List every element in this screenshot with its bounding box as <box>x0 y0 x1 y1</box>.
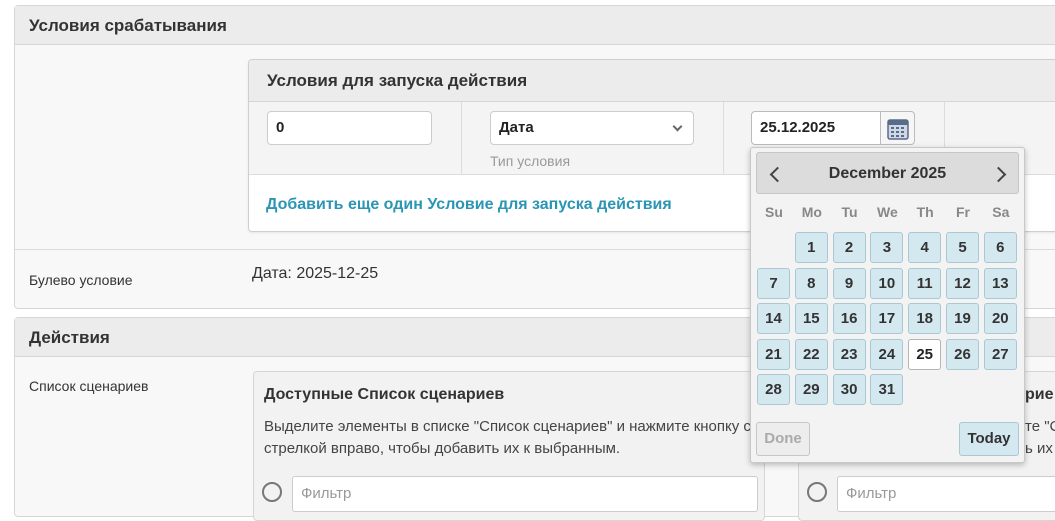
done-button[interactable]: Done <box>756 422 810 456</box>
chevron-right-icon[interactable] <box>992 166 1008 182</box>
calendar-day[interactable]: 29 <box>794 374 828 405</box>
calendar-day[interactable]: 1 <box>794 232 828 263</box>
calendar-day[interactable]: 16 <box>832 303 866 334</box>
chosen-filter-row: Фильтр <box>805 476 1055 512</box>
chosen-scenarios-help: те "С ь их <box>1025 416 1055 460</box>
calendar-day[interactable]: 27 <box>983 338 1017 370</box>
calendar-day[interactable]: 22 <box>794 338 828 370</box>
calendar-day[interactable]: 14 <box>757 303 790 334</box>
chevron-down-icon <box>672 121 683 132</box>
conditions-module-title: Условия срабатывания <box>15 6 1055 45</box>
datepicker-popup: December 2025 Su Mo Tu We Th Fr Sa 1 2 3 4 5 6 7 8 9 10… <box>750 147 1025 463</box>
calendar-day[interactable]: 24 <box>870 338 904 370</box>
available-scenarios-box: Доступные Список сценариев Выделите элем… <box>253 371 765 521</box>
calendar-day[interactable]: 13 <box>983 267 1017 299</box>
calendar-day[interactable]: 8 <box>794 267 828 299</box>
calendar-icon <box>887 119 909 140</box>
calendar-day[interactable]: 28 <box>757 374 790 405</box>
cell-separator <box>723 102 724 174</box>
calendar-day[interactable]: 5 <box>946 232 979 263</box>
chosen-help-line-1: те "С <box>1025 418 1055 435</box>
calendar-day[interactable]: 23 <box>832 338 866 370</box>
bool-condition-label: Булево условие <box>29 272 133 288</box>
calendar-day[interactable]: 17 <box>870 303 904 334</box>
search-icon <box>807 482 827 502</box>
calendar-day[interactable]: 9 <box>832 267 866 299</box>
available-scenarios-title: Доступные Список сценариев <box>264 386 505 403</box>
datepicker-month-title: December 2025 <box>828 165 947 182</box>
calendar-day[interactable]: 10 <box>870 267 904 299</box>
condition-type-value: Дата <box>499 119 534 136</box>
chosen-scenarios-title: рие <box>1025 386 1054 403</box>
calendar-day[interactable]: 21 <box>757 338 790 370</box>
bool-condition-value: Дата: 2025-12-25 <box>252 265 379 282</box>
calendar-day[interactable]: 6 <box>983 232 1017 263</box>
date-input[interactable]: 25.12.2025 <box>751 111 881 145</box>
calendar-day[interactable]: 25 <box>908 338 942 370</box>
chosen-help-line-2: ь их <box>1025 440 1053 457</box>
weekday-label: Tu <box>841 204 858 220</box>
order-input[interactable]: 0 <box>267 111 432 145</box>
calendar-day[interactable]: 3 <box>870 232 904 263</box>
datepicker-header: December 2025 <box>756 152 1019 194</box>
weekday-label: Th <box>916 204 934 220</box>
calendar-day[interactable]: 15 <box>794 303 828 334</box>
calendar-day[interactable]: 26 <box>946 338 979 370</box>
calendar-day[interactable]: 18 <box>908 303 942 334</box>
calendar-button[interactable] <box>881 111 915 145</box>
condition-type-select[interactable]: Дата <box>490 111 694 145</box>
calendar-day[interactable]: 12 <box>946 267 979 299</box>
calendar-day[interactable]: 11 <box>908 267 942 299</box>
calendar-day[interactable]: 2 <box>832 232 866 263</box>
available-scenarios-help: Выделите элементы в списке "Список сцена… <box>264 418 760 457</box>
calendar-day[interactable]: 19 <box>946 303 979 334</box>
calendar-day[interactable]: 31 <box>870 374 904 405</box>
calendar-day[interactable]: 7 <box>757 267 790 299</box>
weekday-label: Mo <box>801 204 822 220</box>
available-filter-input[interactable]: Фильтр <box>292 476 758 512</box>
calendar-day[interactable]: 20 <box>983 303 1017 334</box>
cell-separator <box>461 102 462 174</box>
calendar-day[interactable]: 30 <box>832 374 866 405</box>
chosen-filter-input[interactable]: Фильтр <box>837 476 1055 512</box>
calendar-day[interactable]: 4 <box>908 232 942 263</box>
available-filter-row: Фильтр <box>260 476 758 512</box>
weekday-label: Su <box>765 204 783 220</box>
today-button[interactable]: Today <box>959 422 1019 456</box>
weekday-label: We <box>877 204 898 220</box>
inline-group-title: Условия для запуска действия <box>249 60 1055 102</box>
weekday-label: Sa <box>992 204 1010 220</box>
condition-type-help: Тип условия <box>490 153 571 169</box>
add-condition-link[interactable]: Добавить еще один Условие для запуска де… <box>266 196 672 214</box>
search-icon <box>262 482 282 502</box>
weekday-label: Fr <box>956 204 970 220</box>
scenarios-label: Список сценариев <box>29 378 149 394</box>
